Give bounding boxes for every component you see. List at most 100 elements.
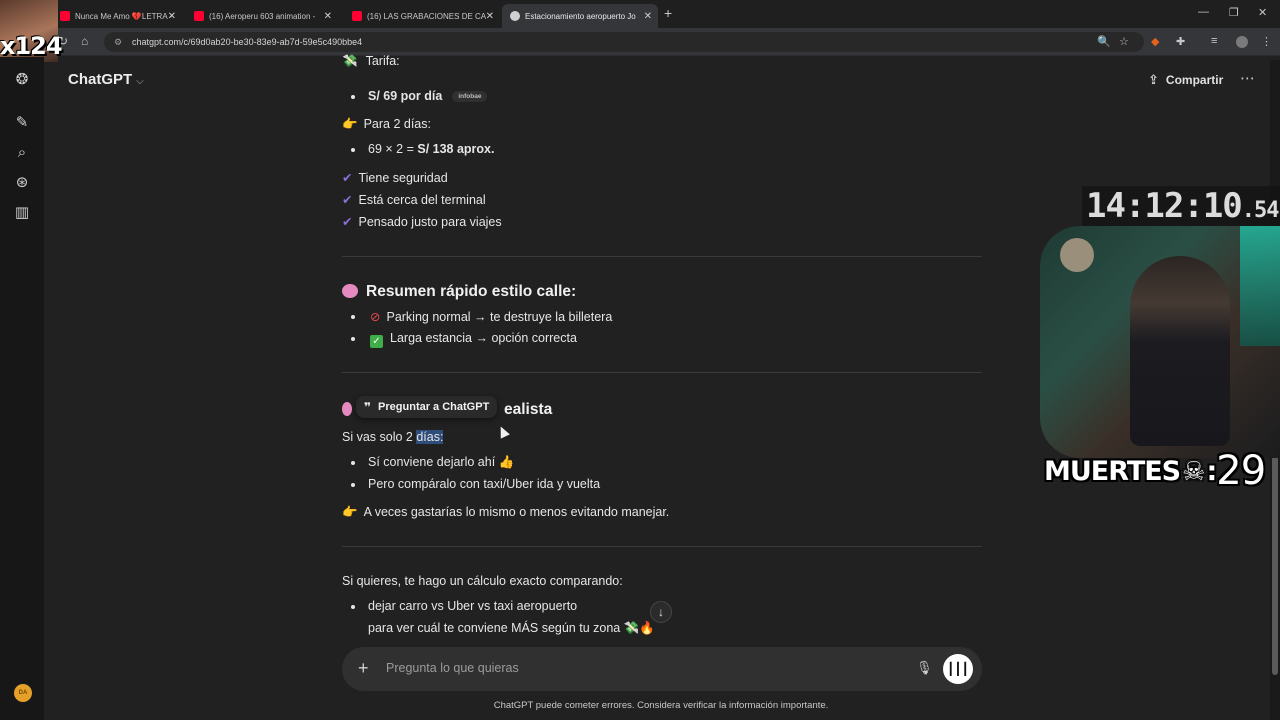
check-icon: ✔ bbox=[342, 215, 353, 229]
browser-menu-icon[interactable]: ⋮ bbox=[1261, 35, 1272, 48]
check-text: Tiene seguridad bbox=[358, 171, 448, 185]
deaths-label: MUERTES bbox=[1044, 456, 1181, 487]
browser-tab-active[interactable]: Estacionamiento aeropuerto Jo ✕ bbox=[502, 4, 658, 28]
section-heading: Resumen rápido estilo calle: bbox=[342, 283, 576, 301]
more-options-icon[interactable]: ⋯ bbox=[1240, 69, 1255, 87]
close-tab-icon[interactable]: ✕ bbox=[324, 11, 332, 22]
home-icon[interactable]: ⌂ bbox=[81, 34, 88, 48]
voice-mode-button[interactable]: ┃┃┃ bbox=[943, 654, 973, 684]
youtube-icon bbox=[60, 11, 70, 21]
media-controls-icon[interactable]: ≡ bbox=[1211, 35, 1217, 47]
si-vas-line: Si vas solo 2 días: bbox=[342, 430, 444, 444]
openai-logo-icon[interactable]: ❂ bbox=[13, 71, 31, 89]
check-text: Está cerca del terminal bbox=[358, 193, 486, 207]
webcam-background-lamp bbox=[1060, 238, 1094, 272]
si-vas-prefix: Si vas solo 2 bbox=[342, 430, 417, 444]
check-icon: ✔ bbox=[342, 193, 353, 207]
model-selector[interactable]: ChatGPT ⌵ bbox=[68, 71, 144, 88]
check-box-emoji-icon: ✓ bbox=[370, 335, 383, 348]
message-composer[interactable]: + Pregunta lo que quieras 🎙 ┃┃┃ bbox=[342, 647, 982, 691]
list-item-text: Larga estancia → opción correcta bbox=[390, 331, 577, 345]
pointing-hand-icon: 👉 bbox=[342, 117, 358, 131]
deaths-separator: : bbox=[1206, 456, 1217, 487]
address-bar[interactable]: ⚙ chatgpt.com/c/69d0ab20-be30-83e9-ab7d-… bbox=[104, 32, 1144, 52]
divider bbox=[342, 372, 982, 373]
source-citation-pill[interactable]: infobae bbox=[452, 91, 488, 103]
arrow-down-icon: ↓ bbox=[658, 605, 664, 619]
a-veces-line: 👉 A veces gastarías lo mismo o menos evit… bbox=[342, 505, 669, 520]
multiplier-counter: x124 bbox=[0, 32, 63, 60]
browser-toolbar: ↻ ⌂ ⚙ chatgpt.com/c/69d0ab20-be30-83e9-a… bbox=[0, 28, 1280, 56]
app-title: ChatGPT bbox=[68, 71, 133, 88]
check-item: ✔ Pensado justo para viajes bbox=[342, 214, 502, 229]
sidebar-rail: ❂ ✎ ⌕ ⊛ ▥ bbox=[0, 57, 44, 720]
extension-icon[interactable]: ◆ bbox=[1151, 35, 1159, 48]
webcam-background-light bbox=[1240, 226, 1280, 346]
realista-heading-tail: ealista bbox=[504, 401, 553, 418]
chatgpt-favicon-icon bbox=[510, 11, 520, 21]
tarifa-label: Tarifa: bbox=[365, 54, 400, 68]
waveform-icon: ┃┃┃ bbox=[947, 662, 969, 676]
check-item: ✔ Tiene seguridad bbox=[342, 170, 448, 185]
bullet bbox=[351, 148, 355, 152]
tab-title: (16) LAS GRABACIONES DE CA bbox=[367, 11, 487, 21]
minimize-icon[interactable]: — bbox=[1198, 6, 1209, 18]
divider bbox=[342, 546, 982, 547]
microphone-icon[interactable]: 🎙 bbox=[916, 660, 933, 676]
explore-gpts-icon[interactable]: ⊛ bbox=[13, 174, 31, 192]
library-icon[interactable]: ▥ bbox=[13, 204, 31, 222]
restore-icon[interactable]: ❐ bbox=[1229, 6, 1239, 19]
mouse-cursor-icon bbox=[496, 424, 510, 439]
zoom-icon[interactable]: 🔍 bbox=[1097, 35, 1111, 48]
close-tab-icon[interactable]: ✕ bbox=[168, 11, 176, 22]
scroll-to-bottom-button[interactable]: ↓ bbox=[650, 601, 672, 623]
youtube-icon bbox=[352, 11, 362, 21]
pointing-hand-icon: 👉 bbox=[342, 505, 358, 519]
bullet bbox=[351, 461, 355, 465]
browser-tab[interactable]: (16) Aeroperu 603 animation - ✕ bbox=[186, 4, 338, 28]
new-tab-icon[interactable]: + bbox=[664, 5, 672, 21]
clock-time: 14:12:10 bbox=[1086, 186, 1243, 226]
close-tab-icon[interactable]: ✕ bbox=[486, 11, 494, 22]
skull-icon: ☠ bbox=[1182, 457, 1205, 487]
site-info-icon[interactable]: ⚙ bbox=[114, 37, 124, 47]
bookmark-star-icon[interactable]: ☆ bbox=[1119, 35, 1129, 48]
bullet bbox=[351, 483, 355, 487]
bullet bbox=[351, 95, 355, 99]
profile-avatar-icon[interactable] bbox=[1236, 36, 1248, 48]
url-text: chatgpt.com/c/69d0ab20-be30-83e9-ab7d-59… bbox=[132, 37, 363, 47]
check-text: Pensado justo para viajes bbox=[358, 215, 502, 229]
list-item: dejar carro vs Uber vs taxi aeropuerto bbox=[368, 599, 578, 613]
new-chat-icon[interactable]: ✎ bbox=[13, 114, 31, 132]
divider bbox=[342, 256, 982, 257]
calc-prefix: 69 × 2 = bbox=[368, 142, 418, 156]
composer-input[interactable]: Pregunta lo que quieras bbox=[386, 661, 519, 675]
deaths-counter: MUERTES☠:29 bbox=[1044, 448, 1266, 494]
list-item: Sí conviene dejarlo ahí 👍 bbox=[368, 455, 515, 469]
browser-tab[interactable]: Nunca Me Amo 💔LETRA - ✕ bbox=[52, 4, 182, 28]
share-button[interactable]: ⇪ Compartir bbox=[1148, 72, 1223, 88]
close-window-icon[interactable]: ✕ bbox=[1258, 6, 1267, 19]
bullet bbox=[351, 605, 355, 609]
ask-chatgpt-tooltip-button[interactable]: ❞ Preguntar a ChatGPT bbox=[356, 396, 498, 418]
two-days-line: 👉 Para 2 días: bbox=[342, 117, 431, 132]
search-icon[interactable]: ⌕ bbox=[13, 144, 31, 162]
tab-title: Estacionamiento aeropuerto Jo bbox=[525, 11, 636, 21]
bullet bbox=[351, 337, 355, 341]
youtube-icon bbox=[194, 11, 204, 21]
browser-tab[interactable]: (16) LAS GRABACIONES DE CA ✕ bbox=[344, 4, 500, 28]
add-attachment-icon[interactable]: + bbox=[358, 658, 369, 679]
extensions-puzzle-icon[interactable]: ✚ bbox=[1176, 35, 1185, 48]
check-item: ✔ Está cerca del terminal bbox=[342, 192, 486, 207]
list-item: S/ 69 por día infobae bbox=[368, 89, 488, 103]
si-quieres-line: Si quieres, te hago un cálculo exacto co… bbox=[342, 574, 623, 588]
stream-clock: 14:12:10.54 bbox=[1082, 186, 1280, 226]
check-icon: ✔ bbox=[342, 171, 353, 185]
close-tab-icon[interactable]: ✕ bbox=[644, 11, 652, 22]
list-item: Pero compáralo con taxi/Uber ida y vuelt… bbox=[368, 477, 601, 491]
share-icon: ⇪ bbox=[1148, 72, 1159, 87]
list-item-text: Parking normal → te destruye la billeter… bbox=[386, 310, 613, 324]
list-item: ✓ Larga estancia → opción correcta bbox=[370, 331, 577, 348]
clock-ms: .54 bbox=[1241, 198, 1280, 223]
selected-text[interactable]: días: bbox=[416, 430, 444, 444]
